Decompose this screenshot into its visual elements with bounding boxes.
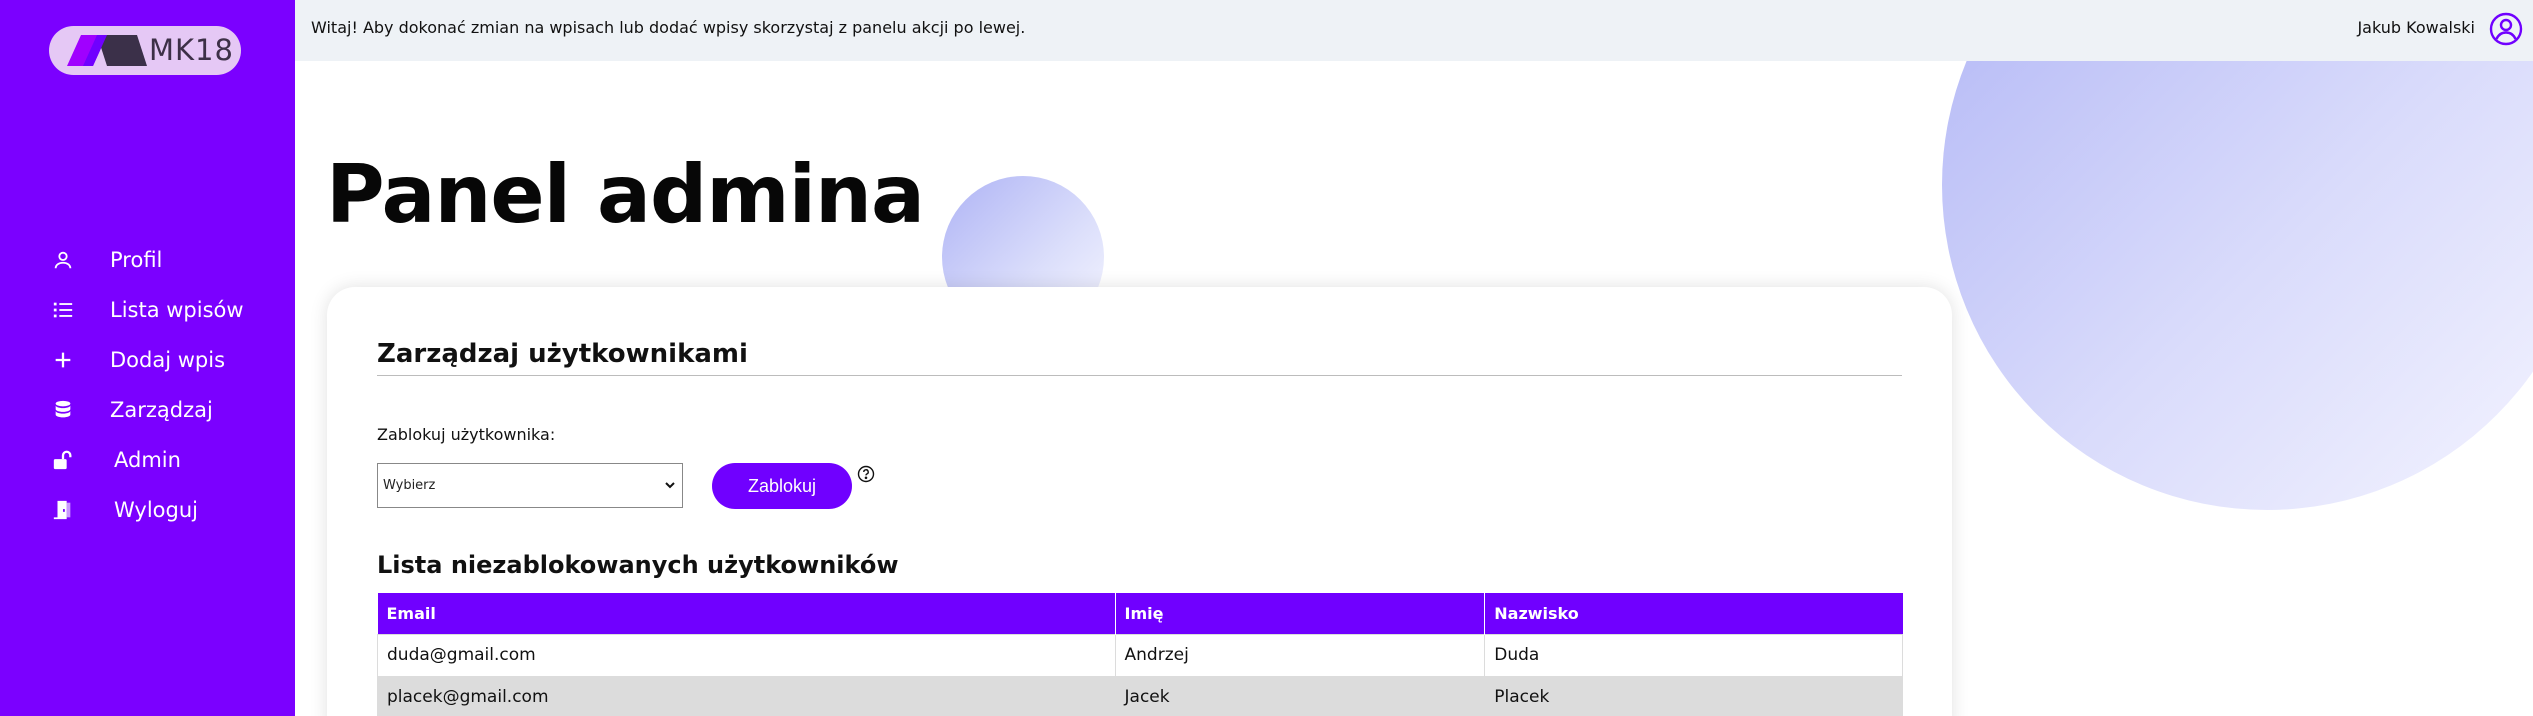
user-select[interactable]: Wybierz	[377, 463, 683, 508]
block-button[interactable]: Zablokuj	[712, 463, 852, 509]
sidebar-item-label: Wyloguj	[114, 498, 198, 522]
sidebar-item-admin[interactable]: Admin	[50, 440, 181, 480]
plus-icon	[50, 347, 76, 373]
manage-users-card: Zarządzaj użytkownikami Zablokuj użytkow…	[327, 287, 1952, 716]
database-icon	[50, 397, 76, 423]
sidebar-item-profil[interactable]: Profil	[50, 240, 162, 280]
sidebar-item-zarzadzaj[interactable]: Zarządzaj	[50, 390, 213, 430]
column-header-nazwisko[interactable]: Nazwisko	[1484, 593, 1903, 634]
user-select-value: Wybierz	[383, 478, 436, 493]
users-table: Email Imię Nazwisko duda@gmail.com Andrz…	[377, 593, 1903, 716]
user-icon	[50, 247, 76, 273]
top-bar: Witaj! Aby dokonać zmian na wpisach lub …	[295, 0, 2533, 61]
table-row[interactable]: placek@gmail.com Jacek Placek	[377, 675, 1903, 716]
cell-first-name: Jacek	[1114, 675, 1486, 716]
block-user-label: Zablokuj użytkownika:	[377, 425, 556, 444]
logo[interactable]: MK18	[49, 26, 241, 75]
card-title: Zarządzaj użytkownikami	[377, 339, 748, 369]
sidebar-item-lista-wpisow[interactable]: Lista wpisów	[50, 290, 244, 330]
list-icon	[50, 297, 76, 323]
cell-email: placek@gmail.com	[377, 675, 1116, 716]
welcome-message: Witaj! Aby dokonać zmian na wpisach lub …	[311, 18, 1026, 37]
cell-last-name: Duda	[1484, 633, 1903, 677]
chevron-down-icon	[665, 482, 675, 489]
unlock-icon	[50, 447, 76, 473]
sidebar-item-label: Lista wpisów	[110, 298, 244, 322]
cell-first-name: Andrzej	[1114, 633, 1486, 677]
sidebar-item-label: Admin	[114, 448, 181, 472]
sidebar-item-label: Zarządzaj	[110, 398, 213, 422]
table-header-row: Email Imię Nazwisko	[377, 593, 1903, 634]
table-row[interactable]: duda@gmail.com Andrzej Duda	[377, 633, 1903, 677]
logo-text: MK18	[149, 33, 234, 67]
page-title: Panel admina	[326, 148, 925, 241]
sidebar-item-label: Profil	[110, 248, 163, 272]
column-header-imie[interactable]: Imię	[1115, 593, 1486, 634]
logo-shape-icon	[67, 35, 147, 66]
cell-email: duda@gmail.com	[377, 633, 1116, 677]
sidebar: MK18 Profil Lista wpisów Dodaj wpis Zarz…	[0, 0, 295, 716]
help-icon[interactable]	[857, 465, 875, 483]
sidebar-item-wyloguj[interactable]: Wyloguj	[50, 490, 198, 530]
sidebar-item-label: Dodaj wpis	[110, 348, 226, 372]
column-header-email[interactable]: Email	[377, 593, 1116, 634]
user-avatar-icon[interactable]	[2489, 12, 2523, 46]
decorative-circle-large	[1942, 0, 2533, 510]
door-exit-icon	[50, 497, 76, 523]
divider	[377, 375, 1902, 376]
user-name[interactable]: Jakub Kowalski	[2357, 18, 2475, 37]
sidebar-item-dodaj-wpis[interactable]: Dodaj wpis	[50, 340, 225, 380]
unblocked-users-title: Lista niezablokowanych użytkowników	[377, 551, 899, 579]
cell-last-name: Placek	[1484, 675, 1903, 716]
